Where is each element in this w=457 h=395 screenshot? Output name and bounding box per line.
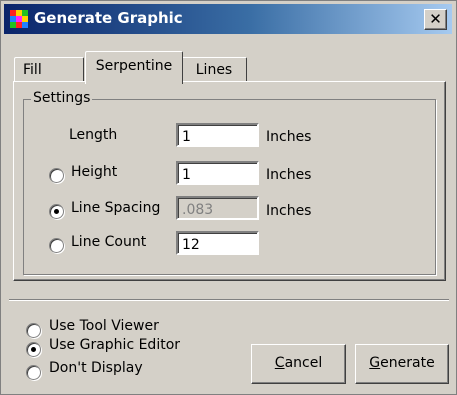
use-graphic-editor-label[interactable]: Use Graphic Editor bbox=[49, 337, 180, 353]
length-label: Length bbox=[69, 127, 118, 143]
cancel-button[interactable]: Cancel bbox=[251, 344, 346, 384]
line-spacing-unit: Inches bbox=[266, 203, 312, 219]
tab-fill[interactable]: Fill bbox=[14, 57, 84, 81]
height-radio[interactable] bbox=[49, 168, 64, 183]
height-unit: Inches bbox=[266, 167, 312, 183]
length-unit: Inches bbox=[266, 129, 312, 145]
cancel-accesskey: C bbox=[274, 355, 285, 371]
line-count-label[interactable]: Line Count bbox=[71, 234, 146, 250]
settings-group-label: Settings bbox=[31, 90, 93, 106]
generate-button[interactable]: Generate bbox=[355, 344, 449, 384]
height-input[interactable]: 1 bbox=[176, 161, 259, 185]
title-bar[interactable]: Generate Graphic ✕ bbox=[4, 4, 452, 34]
dont-display-radio[interactable] bbox=[26, 365, 41, 380]
generate-graphic-dialog: Generate Graphic ✕ Fill Serpentine Lines… bbox=[0, 0, 457, 395]
separator bbox=[9, 299, 449, 301]
use-graphic-editor-radio[interactable] bbox=[26, 342, 41, 357]
length-input[interactable]: 1 bbox=[176, 123, 259, 147]
generate-accesskey: G bbox=[369, 355, 381, 371]
line-count-radio[interactable] bbox=[49, 238, 64, 253]
app-icon bbox=[10, 10, 28, 28]
radio-selected-dot bbox=[31, 347, 36, 352]
dont-display-label[interactable]: Don't Display bbox=[49, 360, 143, 376]
line-count-input[interactable]: 12 bbox=[176, 231, 259, 255]
cancel-label-rest: ancel bbox=[284, 355, 323, 371]
line-spacing-label[interactable]: Line Spacing bbox=[71, 200, 160, 216]
use-tool-viewer-radio[interactable] bbox=[26, 323, 41, 338]
radio-selected-dot bbox=[54, 209, 59, 214]
use-tool-viewer-label[interactable]: Use Tool Viewer bbox=[49, 318, 159, 334]
tab-lines[interactable]: Lines bbox=[181, 57, 247, 82]
height-label[interactable]: Height bbox=[71, 164, 117, 180]
generate-label-rest: enerate bbox=[380, 355, 435, 371]
tab-serpentine[interactable]: Serpentine bbox=[85, 51, 183, 84]
window-title: Generate Graphic bbox=[34, 9, 183, 27]
line-spacing-radio[interactable] bbox=[49, 204, 64, 219]
close-icon: ✕ bbox=[429, 10, 442, 28]
close-button[interactable]: ✕ bbox=[424, 9, 447, 30]
line-spacing-input: .083 bbox=[176, 196, 259, 220]
